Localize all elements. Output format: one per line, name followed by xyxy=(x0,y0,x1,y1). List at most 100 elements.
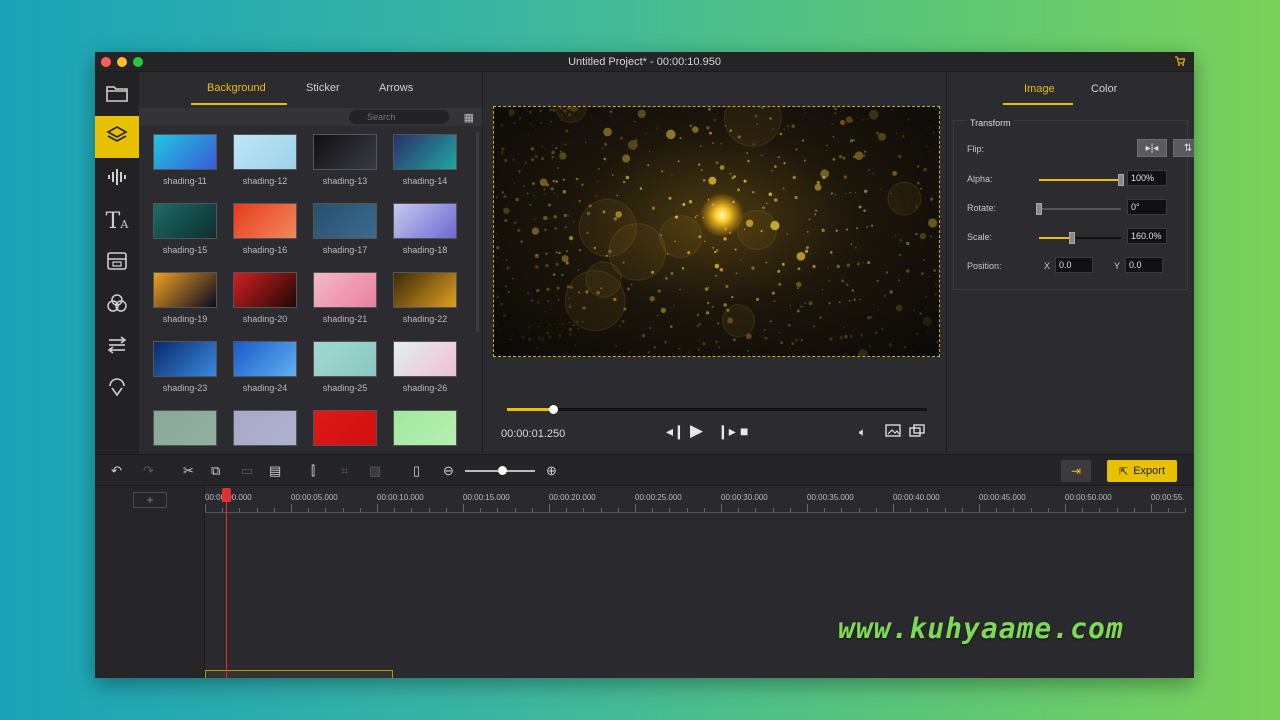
alpha-slider-handle[interactable] xyxy=(1118,174,1124,186)
marker-button[interactable]: ▯ xyxy=(413,463,420,479)
sidebar-item-transitions[interactable] xyxy=(95,326,139,368)
bokeh-particle xyxy=(692,126,699,133)
alpha-input[interactable] xyxy=(1127,170,1167,186)
background-thumbnail[interactable]: shading-17 xyxy=(313,203,377,255)
background-thumbnail[interactable]: shading-11 xyxy=(153,134,217,186)
background-thumbnail[interactable]: shading-18 xyxy=(393,203,457,255)
volume-button[interactable]: 🔈︎ xyxy=(859,425,866,440)
zoom-slider-handle[interactable] xyxy=(498,466,507,475)
tab-sticker[interactable]: Sticker xyxy=(306,82,340,94)
tab-background[interactable]: Background xyxy=(207,82,266,94)
snapshot-button[interactable] xyxy=(885,424,901,440)
bokeh-particle xyxy=(500,123,504,128)
fullscreen-button[interactable] xyxy=(909,424,925,440)
playhead[interactable] xyxy=(226,488,227,678)
background-thumbnail[interactable]: shading-19 xyxy=(153,272,217,324)
flip-horizontal-button[interactable]: ▸|◂ xyxy=(1137,139,1167,157)
background-thumbnail[interactable]: shading-13 xyxy=(313,134,377,186)
undo-button[interactable]: ↶ xyxy=(111,463,122,479)
grid-view-icon[interactable]: ▦ xyxy=(464,111,474,124)
next-frame-button[interactable]: ❙▸ xyxy=(717,423,736,440)
background-thumbnail[interactable]: shading-26 xyxy=(393,341,457,393)
bokeh-particle xyxy=(544,310,547,313)
sidebar-item-elements[interactable] xyxy=(95,368,139,410)
background-thumbnail[interactable]: shading-24 xyxy=(233,341,297,393)
tab-color[interactable]: Color xyxy=(1091,83,1117,95)
bokeh-particle xyxy=(834,112,837,115)
previous-frame-button[interactable]: ◂❙ xyxy=(666,423,685,440)
seek-bar[interactable] xyxy=(507,405,927,414)
rotate-slider[interactable] xyxy=(1036,203,1121,215)
sidebar-item-audio[interactable] xyxy=(95,158,139,200)
background-thumbnail[interactable]: shading-22 xyxy=(393,272,457,324)
bokeh-particle xyxy=(665,277,668,280)
background-thumbnail[interactable] xyxy=(313,410,377,446)
cart-icon[interactable] xyxy=(1174,55,1186,70)
bokeh-particle xyxy=(500,302,503,306)
position-x-input[interactable] xyxy=(1055,257,1093,273)
export-button[interactable]: ⇱ Export xyxy=(1107,460,1177,482)
zoom-out-button[interactable]: ⊖ xyxy=(443,463,454,479)
background-thumbnail[interactable] xyxy=(153,410,217,446)
background-thumbnail[interactable]: shading-25 xyxy=(313,341,377,393)
position-y-input[interactable] xyxy=(1125,257,1163,273)
bokeh-particle xyxy=(728,356,731,357)
bokeh-particle xyxy=(668,196,672,200)
thumbnail-label: shading-23 xyxy=(162,383,208,393)
background-thumbnail[interactable]: shading-20 xyxy=(233,272,297,324)
background-thumbnail[interactable]: shading-21 xyxy=(313,272,377,324)
seek-handle[interactable] xyxy=(549,405,559,414)
bokeh-particle xyxy=(755,297,760,301)
bokeh-particle xyxy=(568,235,574,241)
export-settings-button[interactable]: ⇥ xyxy=(1061,460,1091,482)
crop-button[interactable]: ⌗ xyxy=(341,463,348,479)
background-thumbnail[interactable]: shading-12 xyxy=(233,134,297,186)
background-thumbnail[interactable] xyxy=(233,410,297,446)
bokeh-particle xyxy=(561,143,563,145)
bokeh-particle xyxy=(679,288,681,291)
scale-slider[interactable] xyxy=(1039,232,1121,244)
flip-vertical-button[interactable]: ⇅ xyxy=(1173,139,1194,157)
sidebar-item-overlay[interactable] xyxy=(95,242,139,284)
media-scrollbar[interactable] xyxy=(476,132,479,332)
copy-button[interactable]: ⧉ xyxy=(211,463,220,479)
bokeh-particle xyxy=(549,108,553,112)
tab-arrows[interactable]: Arrows xyxy=(379,82,413,94)
background-thumbnail[interactable]: shading-16 xyxy=(233,203,297,255)
bokeh-particle xyxy=(698,323,701,326)
bokeh-particle xyxy=(719,268,724,272)
sidebar-item-filters[interactable] xyxy=(95,284,139,326)
background-thumbnail[interactable]: shading-14 xyxy=(393,134,457,186)
thumbnail-label: shading-19 xyxy=(162,314,208,324)
tab-image[interactable]: Image xyxy=(1024,83,1055,95)
zoom-in-button[interactable]: ⊕ xyxy=(546,463,557,479)
search-input[interactable] xyxy=(349,110,449,124)
split-button[interactable]: ⫿ xyxy=(311,463,315,479)
timeline-clip[interactable] xyxy=(205,670,393,678)
cut-button[interactable]: ✂ xyxy=(183,463,194,479)
play-button[interactable]: ▶ xyxy=(690,421,703,441)
sidebar-item-background[interactable] xyxy=(95,116,139,158)
sidebar-item-text[interactable]: TA xyxy=(95,200,139,242)
alpha-slider[interactable] xyxy=(1039,174,1124,186)
scale-slider-handle[interactable] xyxy=(1068,232,1075,244)
background-thumbnail[interactable] xyxy=(393,410,457,446)
mosaic-button[interactable]: ▨ xyxy=(369,463,381,479)
ruler-label: 00:00:25.000 xyxy=(635,493,682,502)
video-preview[interactable] xyxy=(493,106,940,357)
thumbnail-image xyxy=(153,272,217,308)
delete-button[interactable]: ▤ xyxy=(269,463,281,479)
background-thumbnail[interactable]: shading-15 xyxy=(153,203,217,255)
bokeh-particle xyxy=(740,259,742,261)
paste-button[interactable]: ▭ xyxy=(241,463,253,479)
redo-button[interactable]: ↷ xyxy=(143,463,154,479)
bokeh-particle xyxy=(845,228,849,231)
scale-input[interactable] xyxy=(1127,228,1167,244)
background-thumbnail[interactable]: shading-23 xyxy=(153,341,217,393)
bokeh-particle xyxy=(856,227,859,230)
sidebar-item-media[interactable] xyxy=(95,74,139,116)
stop-button[interactable]: ■ xyxy=(740,423,748,439)
rotate-input[interactable] xyxy=(1127,199,1167,215)
add-track-button[interactable]: + xyxy=(133,492,167,508)
rotate-slider-handle[interactable] xyxy=(1036,203,1042,215)
